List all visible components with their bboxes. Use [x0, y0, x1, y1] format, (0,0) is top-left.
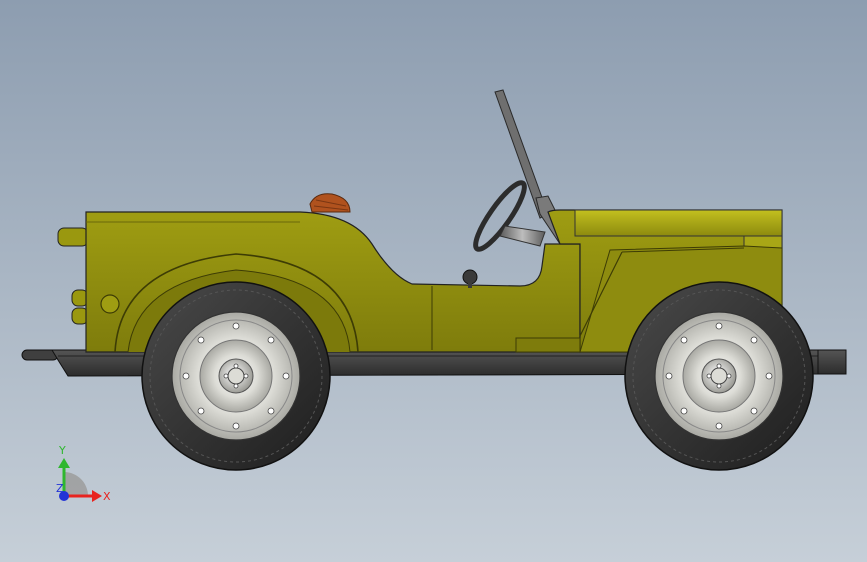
triad-z-label: Z	[56, 482, 64, 495]
front-wheel	[624, 281, 814, 471]
triad-plane-indicator	[64, 472, 88, 496]
cad-graphics-viewport[interactable]: Y X Z	[0, 0, 867, 562]
triad-y-arrowhead	[58, 458, 70, 468]
rear-light-cluster	[57, 227, 89, 325]
triad-x-label: X	[103, 490, 111, 503]
triad-x-arrowhead	[92, 490, 102, 502]
rear-wheel	[141, 281, 331, 471]
triad-y-label: Y	[58, 444, 66, 457]
jeep-model-view[interactable]: Y X Z	[0, 0, 867, 562]
driver-seat	[309, 193, 351, 213]
front-bumper	[817, 349, 847, 375]
coordinate-triad[interactable]: Y X Z	[56, 444, 111, 503]
